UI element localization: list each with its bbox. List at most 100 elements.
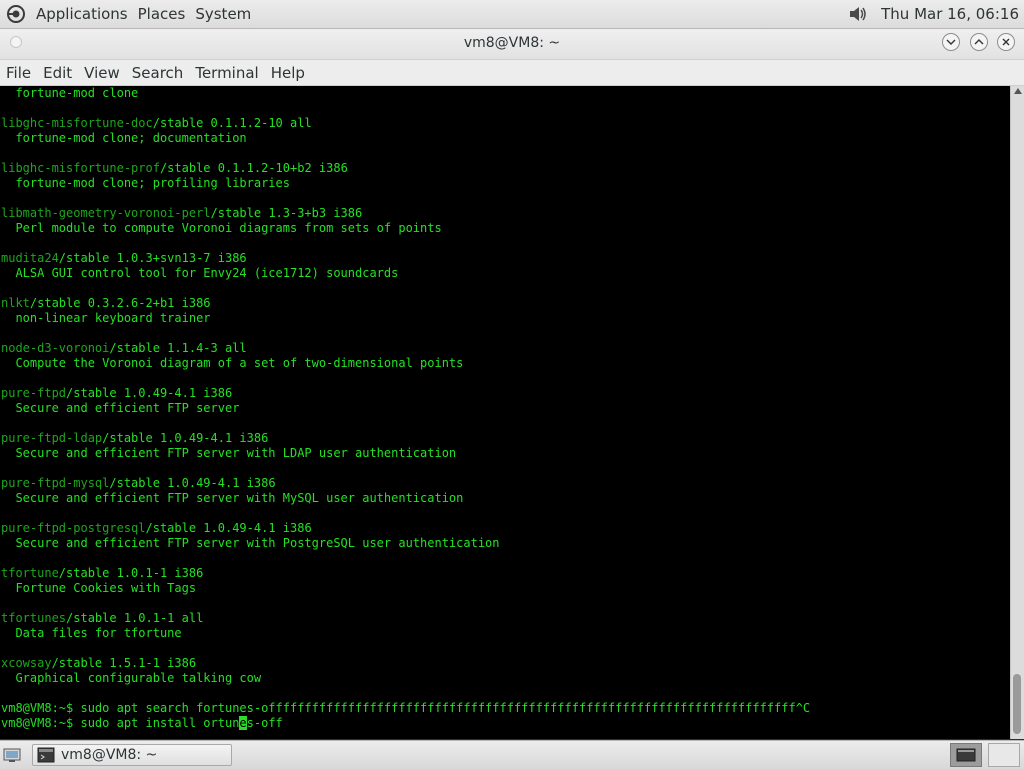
package-name: pure-ftpd	[1, 386, 67, 400]
terminal-line: pure-ftpd-ldap/stable 1.0.49-4.1 i386	[1, 431, 810, 446]
chevron-down-icon	[946, 39, 956, 45]
menubar: File Edit View Search Terminal Help	[0, 60, 1024, 86]
package-name: tfortunes	[1, 611, 67, 625]
clock[interactable]: Thu Mar 16, 06:16	[881, 5, 1019, 23]
terminal-line: vm8@VM8:~$ sudo apt search fortunes-offf…	[1, 701, 810, 716]
terminal-text: Perl module to compute Voronoi diagrams …	[1, 221, 442, 235]
package-version: /stable 1.0.1-1 all	[66, 611, 204, 625]
menu-file[interactable]: File	[0, 64, 37, 82]
terminal-text: fortune-mod clone	[1, 86, 139, 100]
terminal-line: pure-ftpd-mysql/stable 1.0.49-4.1 i386	[1, 476, 810, 491]
menu-edit[interactable]: Edit	[37, 64, 78, 82]
terminal-line: tfortunes/stable 1.0.1-1 all	[1, 611, 810, 626]
terminal-line: node-d3-voronoi/stable 1.1.4-3 all	[1, 341, 810, 356]
window-title: vm8@VM8: ~	[463, 35, 561, 51]
system-menu[interactable]: System	[190, 5, 256, 23]
text-cursor: e	[239, 716, 247, 730]
prompt-text: vm8@VM8:~$ sudo apt install ortun	[1, 716, 240, 730]
terminal-line: pure-ftpd-postgresql/stable 1.0.49-4.1 i…	[1, 521, 810, 536]
terminal-line: fortune-mod clone; profiling libraries	[1, 176, 810, 191]
package-version: /stable 0.1.1.2-10 all	[152, 116, 312, 130]
terminal-line: mudita24/stable 1.0.3+svn13-7 i386	[1, 251, 810, 266]
terminal-text: Graphical configurable talking cow	[1, 671, 262, 685]
package-name: pure-ftpd-ldap	[1, 431, 103, 445]
terminal-text: non-linear keyboard trainer	[1, 311, 211, 325]
menu-help[interactable]: Help	[265, 64, 311, 82]
package-version: /stable 1.3-3+b3 i386	[210, 206, 363, 220]
terminal-line: Graphical configurable talking cow	[1, 671, 810, 686]
places-menu[interactable]: Places	[133, 5, 191, 23]
terminal-line: Fortune Cookies with Tags	[1, 581, 810, 596]
close-button[interactable]	[997, 33, 1015, 51]
top-panel: Applications Places System Thu Mar 16, 0…	[0, 0, 1024, 29]
workspace-switcher-icon[interactable]	[950, 743, 982, 767]
package-name: pure-ftpd-postgresql	[1, 521, 146, 535]
terminal-line: xcowsay/stable 1.5.1-1 i386	[1, 656, 810, 671]
package-version: /stable 1.0.1-1 i386	[58, 566, 204, 580]
menu-view[interactable]: View	[78, 64, 126, 82]
volume-icon[interactable]	[847, 3, 869, 25]
window-titlebar[interactable]: vm8@VM8: ~	[0, 29, 1024, 60]
applications-menu[interactable]: Applications	[31, 5, 133, 23]
package-name: libghc-misfortune-doc	[1, 116, 153, 130]
terminal-line: Compute the Voronoi diagram of a set of …	[1, 356, 810, 371]
package-version: /stable 1.0.49-4.1 i386	[109, 476, 276, 490]
package-version: /stable 0.1.1.2-10+b2 i386	[159, 161, 348, 175]
terminal-text: Secure and efficient FTP server with MyS…	[1, 491, 464, 505]
terminal-text: Compute the Voronoi diagram of a set of …	[1, 356, 464, 370]
terminal-line: tfortune/stable 1.0.1-1 i386	[1, 566, 810, 581]
taskbar-window-button[interactable]: vm8@VM8: ~	[32, 744, 232, 766]
package-name: nlkt	[1, 296, 30, 310]
terminal-text: Fortune Cookies with Tags	[1, 581, 197, 595]
show-desktop-icon[interactable]	[2, 745, 22, 765]
close-icon	[1002, 38, 1010, 46]
scroll-up-arrow-icon[interactable]	[1014, 88, 1022, 94]
scrollbar-thumb[interactable]	[1013, 674, 1021, 734]
menu-search[interactable]: Search	[126, 64, 190, 82]
terminal-text: Secure and efficient FTP server with LDA…	[1, 446, 457, 460]
package-version: /stable 1.1.4-3 all	[109, 341, 247, 355]
terminal-line: Secure and efficient FTP server with MyS…	[1, 491, 810, 506]
package-version: /stable 1.0.49-4.1 i386	[66, 386, 233, 400]
workspace-window-thumbnail-icon	[956, 748, 976, 762]
package-name: xcowsay	[1, 656, 52, 670]
prompt-text-after-cursor: s-off	[246, 716, 283, 730]
menu-terminal[interactable]: Terminal	[189, 64, 264, 82]
terminal-line: pure-ftpd/stable 1.0.49-4.1 i386	[1, 386, 810, 401]
maximize-button[interactable]	[970, 33, 988, 51]
terminal-line: ALSA GUI control tool for Envy24 (ice171…	[1, 266, 810, 281]
minimize-button[interactable]	[942, 33, 960, 51]
gnome-foot-icon[interactable]	[5, 3, 27, 25]
terminal-line: libghc-misfortune-prof/stable 0.1.1.2-10…	[1, 161, 810, 176]
package-version: /stable 1.0.3+svn13-7 i386	[58, 251, 247, 265]
package-version: /stable 1.0.49-4.1 i386	[102, 431, 269, 445]
package-name: node-d3-voronoi	[1, 341, 110, 355]
terminal-output: fortune-mod clone libghc-misfortune-doc/s…	[1, 86, 810, 731]
terminal-line: fortune-mod clone	[1, 86, 810, 101]
terminal-line: libghc-misfortune-doc/stable 0.1.1.2-10 …	[1, 116, 810, 131]
package-version: /stable 1.0.49-4.1 i386	[145, 521, 312, 535]
workspace-2[interactable]	[988, 743, 1020, 767]
chevron-up-icon	[974, 39, 984, 45]
prompt-line[interactable]: vm8@VM8:~$ sudo apt install ortunes-off	[1, 716, 810, 731]
package-name: pure-ftpd-mysql	[1, 476, 110, 490]
package-version: /stable 0.3.2.6-2+b1 i386	[29, 296, 211, 310]
terminal-area[interactable]: fortune-mod clone libghc-misfortune-doc/s…	[0, 86, 1010, 739]
terminal-line: fortune-mod clone; documentation	[1, 131, 810, 146]
terminal-scrollbar[interactable]	[1010, 86, 1024, 739]
terminal-text: ALSA GUI control tool for Envy24 (ice171…	[1, 266, 399, 280]
package-name: tfortune	[1, 566, 59, 580]
terminal-text: fortune-mod clone; profiling libraries	[1, 176, 290, 190]
package-name: libghc-misfortune-prof	[1, 161, 160, 175]
terminal-line: Perl module to compute Voronoi diagrams …	[1, 221, 810, 236]
